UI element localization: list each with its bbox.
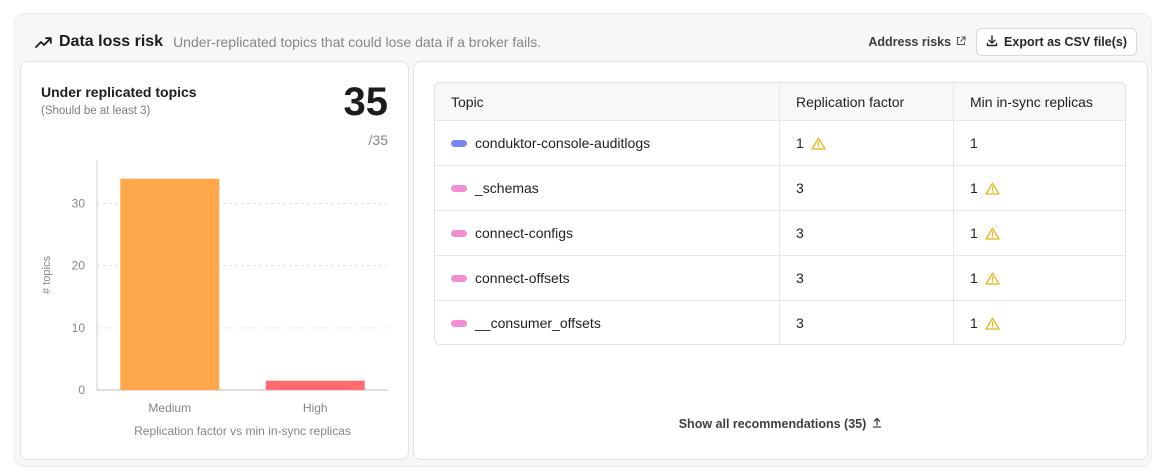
warning-icon bbox=[985, 182, 1000, 195]
min-isr-value: 1 bbox=[970, 225, 978, 241]
topic-name: _schemas bbox=[475, 180, 539, 196]
x-tick-label: Medium bbox=[148, 401, 191, 415]
min-isr-value: 1 bbox=[970, 270, 978, 286]
bar-high bbox=[265, 380, 365, 390]
min-isr-cell: 1 bbox=[954, 301, 1125, 344]
topic-color-pill bbox=[451, 229, 467, 237]
y-tick-label: 10 bbox=[72, 321, 86, 335]
bar-medium bbox=[120, 178, 220, 390]
show-all-recommendations-button[interactable]: Show all recommendations (35) bbox=[414, 417, 1147, 431]
topic-name: connect-offsets bbox=[475, 270, 570, 286]
column-header-topic: Topic bbox=[435, 83, 780, 120]
address-risks-label: Address risks bbox=[868, 35, 952, 49]
replication-factor-cell: 3 bbox=[780, 256, 954, 300]
min-isr-cell: 1 bbox=[954, 256, 1125, 300]
column-header-replication-factor: Replication factor bbox=[780, 83, 954, 120]
warning-icon bbox=[985, 272, 1000, 285]
topic-cell: __consumer_offsets bbox=[435, 301, 780, 344]
column-header-min-isr: Min in-sync replicas bbox=[970, 93, 1093, 110]
recommendations-card: Topic Replication factor Min in-sync rep… bbox=[413, 61, 1148, 460]
replication-factor-cell: 3 bbox=[780, 166, 954, 210]
topic-color-pill bbox=[451, 319, 467, 327]
replication-factor-cell: 1 bbox=[780, 121, 954, 165]
topic-cell: connect-offsets bbox=[435, 256, 780, 300]
topic-color-pill bbox=[451, 274, 467, 282]
table-header-row: Topic Replication factor Min in-sync rep… bbox=[435, 83, 1125, 120]
topic-name: __consumer_offsets bbox=[475, 315, 601, 331]
replication-factor-value: 1 bbox=[796, 135, 804, 151]
panel-subtitle: Under-replicated topics that could lose … bbox=[173, 34, 542, 50]
min-isr-cell: 1 bbox=[954, 166, 1125, 210]
x-axis-label: Replication factor vs min in-sync replic… bbox=[134, 424, 351, 438]
replication-factor-value: 3 bbox=[796, 270, 804, 286]
warning-icon bbox=[985, 227, 1000, 240]
warning-icon bbox=[985, 317, 1000, 330]
arrow-up-icon bbox=[872, 417, 882, 431]
replication-factor-cell: 3 bbox=[780, 211, 954, 255]
address-risks-link[interactable]: Address risks bbox=[868, 35, 966, 49]
topic-name: connect-configs bbox=[475, 225, 574, 241]
topic-cell: conduktor-console-auditlogs bbox=[435, 121, 780, 165]
min-isr-value: 1 bbox=[970, 135, 978, 151]
table-row[interactable]: _schemas 3 1 bbox=[435, 165, 1125, 210]
export-csv-label: Export as CSV file(s) bbox=[1004, 35, 1127, 49]
panel-header: Data loss risk Under-replicated topics t… bbox=[35, 28, 1137, 56]
table-row[interactable]: connect-configs 3 1 bbox=[435, 210, 1125, 255]
table-row[interactable]: connect-offsets 3 1 bbox=[435, 255, 1125, 300]
topic-color-pill bbox=[451, 139, 467, 147]
table-row[interactable]: __consumer_offsets 3 1 bbox=[435, 300, 1125, 344]
external-link-icon bbox=[956, 35, 966, 49]
y-axis-label: # topics bbox=[41, 256, 53, 294]
topic-color-pill bbox=[451, 184, 467, 192]
topics-table: Topic Replication factor Min in-sync rep… bbox=[434, 82, 1126, 345]
min-isr-value: 1 bbox=[970, 180, 978, 196]
min-isr-value: 1 bbox=[970, 315, 978, 331]
topic-name: conduktor-console-auditlogs bbox=[475, 135, 651, 151]
min-isr-cell: 1 bbox=[954, 211, 1125, 255]
bar-chart: 0 10 20 30 Medium High Replication factor vs m… bbox=[41, 160, 388, 438]
panel-title: Data loss risk bbox=[59, 33, 164, 50]
replication-factor-value: 3 bbox=[796, 315, 804, 331]
y-tick-label: 0 bbox=[78, 383, 85, 397]
replication-factor-value: 3 bbox=[796, 225, 804, 241]
y-tick-label: 20 bbox=[72, 259, 86, 273]
min-isr-cell: 1 bbox=[954, 121, 1125, 165]
table-row[interactable]: conduktor-console-auditlogs 1 1 bbox=[435, 120, 1125, 165]
replication-factor-value: 3 bbox=[796, 180, 804, 196]
x-tick-label: High bbox=[303, 401, 328, 415]
replication-factor-cell: 3 bbox=[780, 301, 954, 344]
trending-up-icon bbox=[35, 35, 53, 49]
topic-cell: _schemas bbox=[435, 166, 780, 210]
under-replicated-card: Under replicated topics (Should be at le… bbox=[20, 61, 409, 460]
export-csv-button[interactable]: Export as CSV file(s) bbox=[976, 28, 1137, 56]
data-loss-risk-panel: Data loss risk Under-replicated topics t… bbox=[14, 13, 1152, 467]
y-tick-label: 30 bbox=[72, 197, 86, 211]
download-icon bbox=[986, 34, 998, 50]
show-all-label: Show all recommendations (35) bbox=[678, 417, 867, 431]
warning-icon bbox=[811, 137, 826, 150]
topic-cell: connect-configs bbox=[435, 211, 780, 255]
